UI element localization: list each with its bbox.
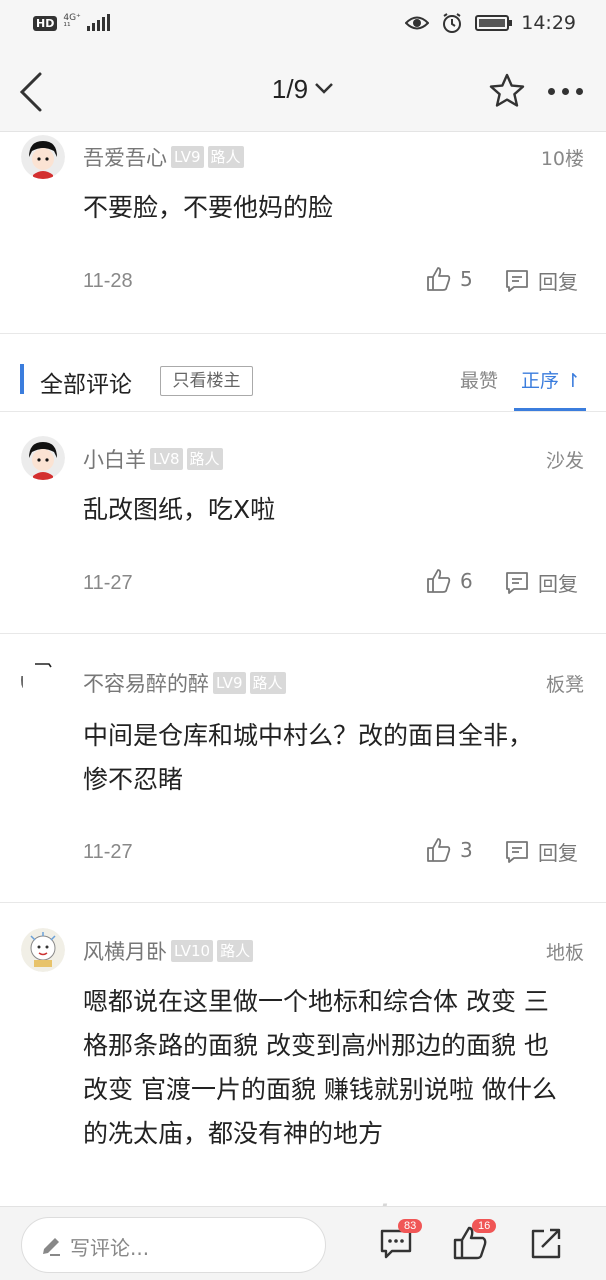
- comment-count-badge: 83: [398, 1219, 423, 1233]
- reply-label: 回复: [538, 572, 578, 596]
- reply-icon: [506, 840, 528, 863]
- level-tag: LV9: [171, 146, 204, 168]
- like-button[interactable]: 5: [426, 266, 473, 292]
- floor-label: 地板: [545, 942, 584, 964]
- level-tag: LV8: [150, 448, 183, 470]
- network-indicator: 4G⁺ ¹¹: [63, 14, 80, 32]
- comment-item: 吾爱吾心 LV9 路人 10楼 不要脸，不要他妈的脸 11-28 5 回复: [0, 132, 606, 332]
- thumb-up-icon: [427, 267, 451, 291]
- username-row: 吾爱吾心 LV9 路人: [83, 142, 244, 172]
- comment-item: 风横月卧 LV10 路人 地板 嗯都说在这里做一个地标和综合体 改变 三格那条路…: [0, 926, 606, 1206]
- section-accent-bar: [20, 364, 24, 394]
- comment-text: 中间是仓库和城中村么？改的面目全非，惨不忍睹: [83, 721, 534, 794]
- sort-asc-tab[interactable]: 正序 ↾: [521, 366, 581, 393]
- network-sub-label: ¹¹: [63, 22, 71, 32]
- thumb-up-icon: [427, 838, 451, 862]
- like-count: 3: [460, 838, 473, 862]
- comment-text: 嗯都说在这里做一个地标和综合体 改变 三格那条路的面貌 改变到高州那边的面貌 也…: [83, 987, 557, 1148]
- username[interactable]: 小白羊: [83, 444, 146, 474]
- section-title: 全部评论: [40, 372, 132, 398]
- comment-input-placeholder: 写评论...: [70, 1236, 150, 1260]
- comment-date: 11-28: [83, 270, 133, 292]
- username-row: 小白羊 LV8 路人: [83, 444, 223, 474]
- battery-charging-icon: [475, 15, 513, 31]
- like-button[interactable]: 3: [426, 837, 473, 863]
- comment-text: 不要脸，不要他妈的脸: [83, 193, 334, 222]
- cartoon-avatar-icon: [21, 436, 65, 480]
- clock: 14:29: [521, 12, 576, 34]
- avatar[interactable]: [21, 135, 65, 179]
- top-nav: 1/9: [0, 50, 606, 132]
- comment-item: 不容易醉的醉 LV9 路人 板凳 中间是仓库和城中村么？改的面目全非，惨不忍睹 …: [0, 656, 606, 902]
- like-post-button[interactable]: 16: [452, 1219, 497, 1265]
- like-count: 6: [460, 569, 473, 593]
- username-row: 不容易醉的醉 LV9 路人: [83, 668, 286, 698]
- status-left: HD 4G⁺ ¹¹: [33, 14, 110, 32]
- role-tag: 路人: [186, 448, 223, 470]
- like-count-badge: 16: [472, 1219, 497, 1233]
- status-bar: HD 4G⁺ ¹¹ 14:29: [0, 0, 606, 50]
- floor-label: 板凳: [545, 674, 584, 696]
- username[interactable]: 风横月卧: [83, 936, 167, 966]
- avatar-placeholder-icon: [21, 658, 65, 702]
- reply-label: 回复: [538, 270, 578, 294]
- cartoon-avatar-icon: [21, 928, 65, 972]
- page-indicator-label: 1/9: [271, 74, 309, 104]
- role-tag: 路人: [217, 940, 254, 962]
- avatar[interactable]: [21, 658, 65, 702]
- eye-icon: [405, 16, 430, 30]
- like-button[interactable]: 6: [426, 568, 473, 594]
- reply-button[interactable]: 回复: [504, 837, 578, 866]
- comment-date: 11-27: [83, 572, 133, 594]
- reply-label: 回复: [538, 841, 578, 865]
- alarm-icon: [443, 13, 462, 33]
- divider: [0, 902, 606, 903]
- share-icon: [531, 1228, 561, 1259]
- hd-badge: HD: [33, 15, 58, 31]
- avatar[interactable]: [21, 436, 65, 480]
- divider: [0, 333, 606, 334]
- comment-text: 乱改图纸，吃X啦: [83, 495, 276, 524]
- star-icon[interactable]: [488, 72, 526, 110]
- more-icon[interactable]: [548, 88, 583, 95]
- role-tag: 路人: [207, 146, 244, 168]
- floor-label: 沙发: [545, 450, 584, 472]
- reply-button[interactable]: 回复: [504, 266, 578, 295]
- floor-label: 10楼: [540, 148, 584, 170]
- reply-icon: [506, 269, 528, 292]
- username[interactable]: 不容易醉的醉: [83, 668, 209, 698]
- share-button[interactable]: [528, 1225, 568, 1265]
- like-count: 5: [460, 267, 473, 291]
- cartoon-avatar-icon: [21, 135, 65, 179]
- avatar[interactable]: [21, 928, 65, 972]
- reply-button[interactable]: 回复: [504, 568, 578, 597]
- comment-date: 11-27: [83, 841, 133, 863]
- signal-icon: [86, 14, 110, 31]
- op-only-button[interactable]: 只看楼主: [160, 366, 253, 396]
- reply-icon: [506, 571, 528, 594]
- status-right: 14:29: [405, 12, 576, 34]
- comment-count-button[interactable]: 83: [378, 1219, 423, 1265]
- role-tag: 路人: [249, 672, 286, 694]
- pen-icon: [43, 1238, 60, 1256]
- bottom-bar: 写评论... 83 16: [0, 1206, 606, 1280]
- level-tag: LV10: [171, 940, 214, 962]
- divider: [0, 633, 606, 634]
- chevron-down-icon: [315, 83, 333, 94]
- username[interactable]: 吾爱吾心: [83, 142, 167, 172]
- level-tag: LV9: [213, 672, 246, 694]
- divider: [0, 411, 606, 412]
- username-row: 风横月卧 LV10 路人: [83, 936, 254, 966]
- comment-input[interactable]: 写评论...: [21, 1217, 326, 1273]
- sort-hot-tab[interactable]: 最赞: [460, 366, 498, 393]
- comment-item: 小白羊 LV8 路人 沙发 乱改图纸，吃X啦 11-27 6 回复: [0, 434, 606, 634]
- thumb-up-icon: [427, 569, 451, 593]
